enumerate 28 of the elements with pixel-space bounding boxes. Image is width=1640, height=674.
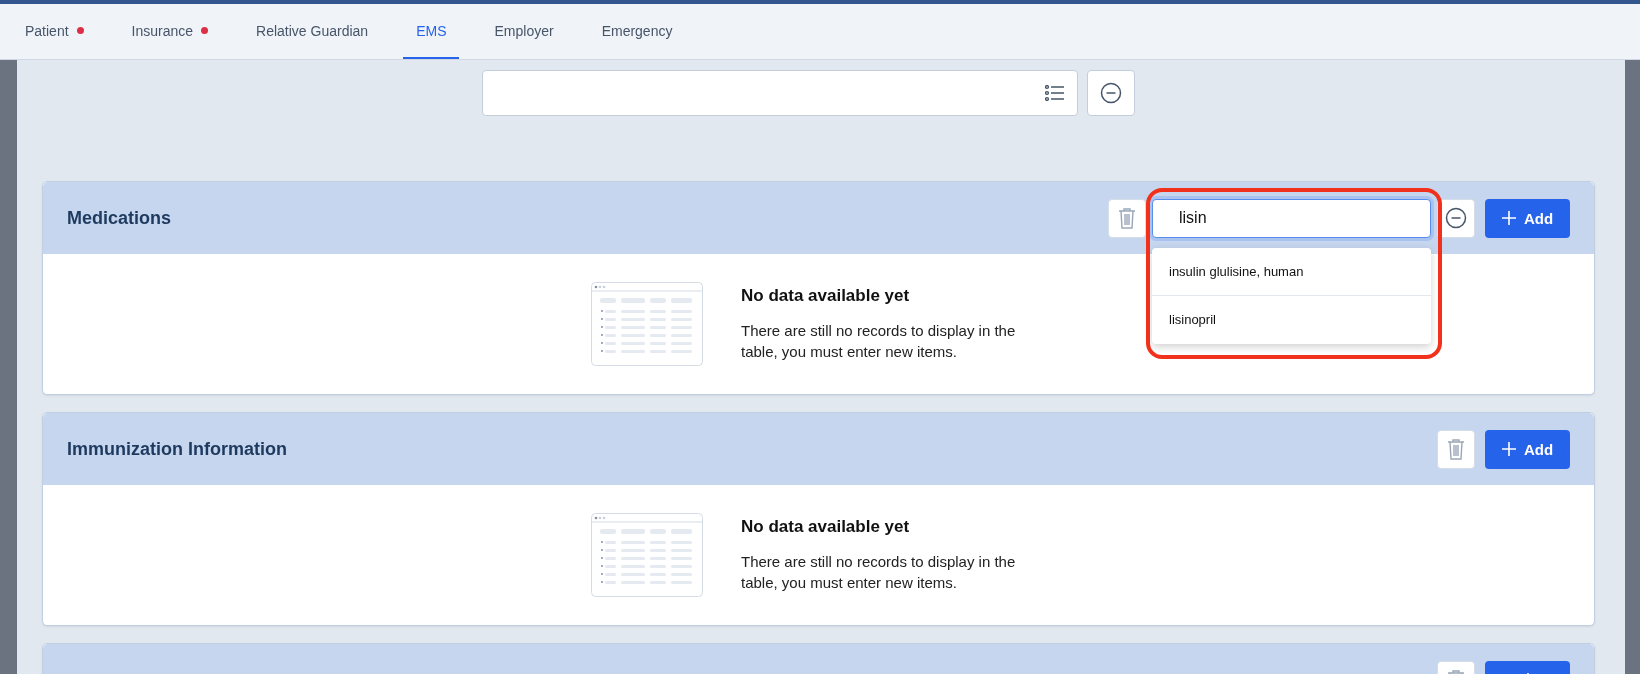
tab[interactable]: Insurance — [118, 4, 222, 59]
minus-circle-icon — [1445, 207, 1467, 229]
delete-button[interactable] — [1437, 429, 1475, 469]
search-field[interactable]: lisin — [1152, 198, 1431, 238]
trash-icon — [1447, 438, 1465, 460]
empty-title: No data available yet — [741, 286, 911, 306]
add-button[interactable]: Add — [1485, 429, 1570, 469]
add-button[interactable]: Add — [1485, 198, 1570, 238]
tab[interactable]: Relative Guardian — [243, 4, 382, 59]
empty-message: There are still no records to display in the table, you must enter new items. — [741, 552, 1017, 593]
remove-button[interactable] — [1437, 198, 1475, 238]
suggestion-item[interactable]: lisinopril — [1152, 295, 1431, 344]
trash-icon — [1118, 207, 1136, 229]
empty-title: No data available yet — [741, 517, 911, 537]
delete-button[interactable] — [1108, 198, 1146, 238]
tab[interactable]: Emergency — [588, 4, 686, 59]
plus-icon — [1501, 442, 1516, 456]
select-field[interactable] — [482, 70, 1078, 116]
tab[interactable]: Employer — [481, 4, 567, 59]
suggestion-item[interactable]: insulin glulisine, human — [1152, 247, 1431, 296]
empty-message: There are still no records to display in the table, you must enter new items. — [741, 321, 1017, 362]
plus-icon — [1501, 211, 1516, 225]
remove-button[interactable] — [1087, 70, 1135, 116]
tab[interactable]: Patient — [12, 4, 97, 59]
section-title: Medications — [67, 207, 172, 228]
section-title: Immunization Information — [67, 438, 287, 459]
list-icon — [1045, 85, 1065, 101]
minus-circle-icon — [1100, 82, 1122, 104]
